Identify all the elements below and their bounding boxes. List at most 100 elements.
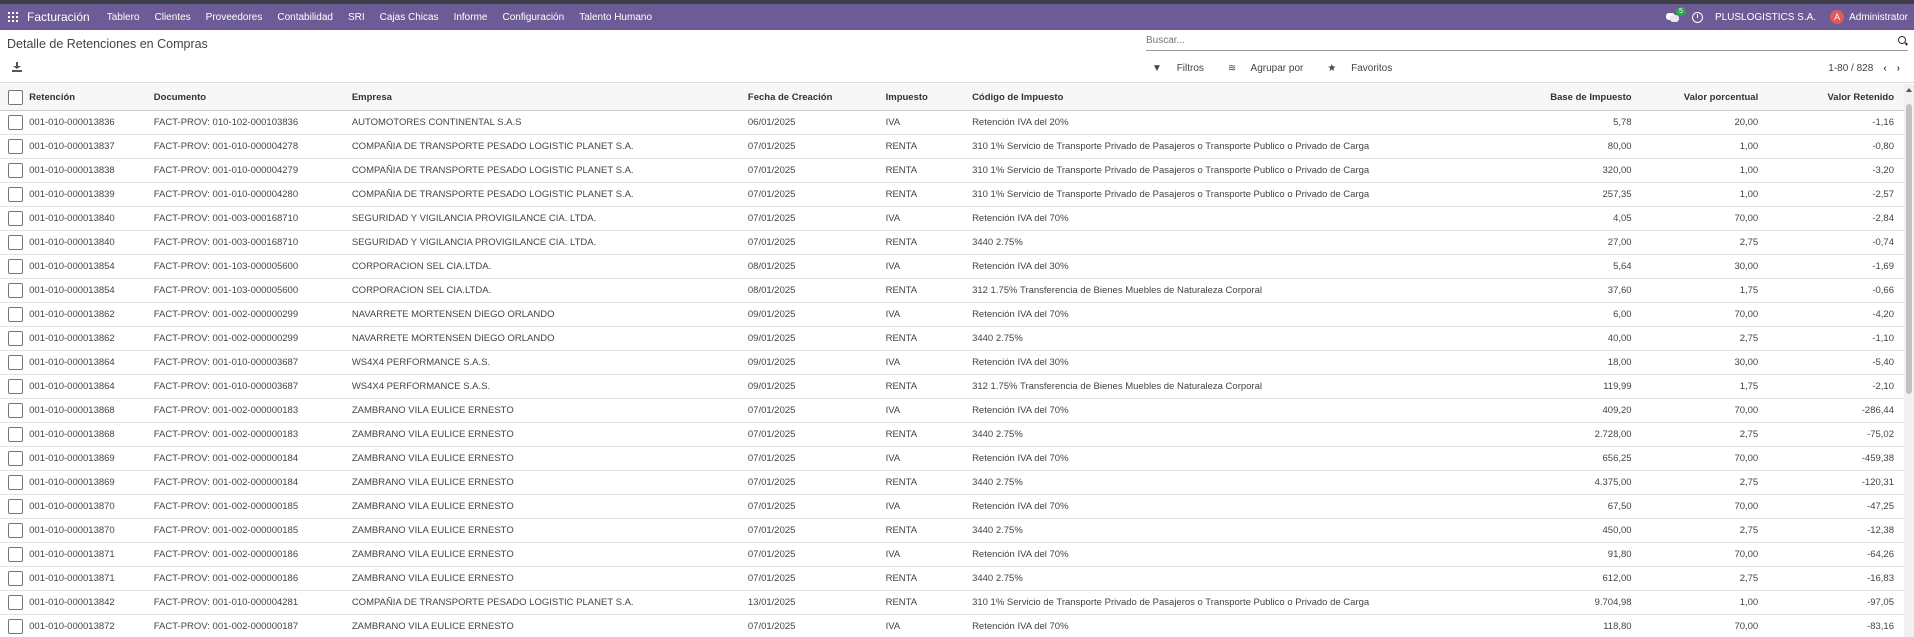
pager-value[interactable]: 1-80 / 828 [1828, 63, 1873, 74]
cell-porcentual[interactable]: 2,75 [1641, 470, 1769, 495]
vertical-scrollbar[interactable] [1904, 84, 1914, 637]
cell-impuesto[interactable]: IVA [885, 254, 973, 279]
cell-empresa[interactable]: COMPAÑIA DE TRANSPORTE PESADO LOGISTIC P… [351, 134, 748, 159]
cell-documento[interactable]: FACT-PROV: 001-002-000000299 [153, 302, 352, 327]
cell-empresa[interactable]: CORPORACION SEL CIA.LTDA. [351, 278, 748, 303]
cell-codigo[interactable]: Retención IVA del 70% [972, 446, 1545, 471]
row-checkbox[interactable] [8, 571, 23, 586]
cell-porcentual[interactable]: 70,00 [1641, 614, 1769, 637]
cell-valor-retenido[interactable]: -64,26 [1768, 542, 1904, 567]
cell-retencion[interactable]: 001-010-000013840 [29, 206, 154, 231]
cell-base[interactable]: 612,00 [1544, 566, 1642, 591]
cell-impuesto[interactable]: RENTA [885, 278, 973, 303]
cell-codigo[interactable]: Retención IVA del 30% [972, 350, 1545, 375]
cell-valor-retenido[interactable]: -2,10 [1768, 374, 1904, 399]
cell-empresa[interactable]: ZAMBRANO VILA EULICE ERNESTO [351, 494, 748, 519]
pager-previous-icon[interactable]: ‹ [1883, 63, 1886, 74]
cell-valor-retenido[interactable]: -1,10 [1768, 326, 1904, 351]
cell-fecha[interactable]: 07/01/2025 [747, 398, 886, 423]
menu-item-informe[interactable]: Informe [454, 12, 488, 23]
cell-impuesto[interactable]: RENTA [885, 566, 973, 591]
cell-valor-retenido[interactable]: -4,20 [1768, 302, 1904, 327]
cell-porcentual[interactable]: 1,00 [1641, 182, 1769, 207]
column-header-valor-retenido[interactable]: Valor Retenido [1768, 84, 1904, 111]
menu-item-clientes[interactable]: Clientes [155, 12, 191, 23]
cell-documento[interactable]: FACT-PROV: 001-003-000168710 [153, 206, 352, 231]
row-checkbox[interactable] [8, 115, 23, 130]
scroll-up-icon[interactable] [1906, 88, 1912, 92]
row-checkbox[interactable] [8, 379, 23, 394]
cell-porcentual[interactable]: 2,75 [1641, 422, 1769, 447]
cell-impuesto[interactable]: IVA [885, 446, 973, 471]
cell-fecha[interactable]: 07/01/2025 [747, 470, 886, 495]
cell-fecha[interactable]: 07/01/2025 [747, 206, 886, 231]
cell-valor-retenido[interactable]: -75,02 [1768, 422, 1904, 447]
cell-codigo[interactable]: Retención IVA del 20% [972, 110, 1545, 135]
cell-retencion[interactable]: 001-010-000013838 [29, 158, 154, 183]
cell-empresa[interactable]: ZAMBRANO VILA EULICE ERNESTO [351, 422, 748, 447]
select-all-checkbox[interactable] [8, 89, 23, 105]
pager-next-icon[interactable]: › [1897, 63, 1900, 74]
cell-valor-retenido[interactable]: -286,44 [1768, 398, 1904, 423]
row-checkbox[interactable] [8, 499, 23, 514]
cell-base[interactable]: 18,00 [1544, 350, 1642, 375]
cell-fecha[interactable]: 07/01/2025 [747, 158, 886, 183]
cell-impuesto[interactable]: IVA [885, 614, 973, 637]
table-row[interactable]: 001-010-000013837 FACT-PROV: 001-010-0000… [0, 134, 1904, 159]
cell-impuesto[interactable]: IVA [885, 302, 973, 327]
cell-base[interactable]: 67,50 [1544, 494, 1642, 519]
cell-documento[interactable]: FACT-PROV: 001-002-000000186 [153, 542, 352, 567]
cell-documento[interactable]: FACT-PROV: 001-010-000004280 [153, 182, 352, 207]
cell-empresa[interactable]: ZAMBRANO VILA EULICE ERNESTO [351, 470, 748, 495]
menu-item-configuracion[interactable]: Configuración [502, 12, 564, 23]
cell-impuesto[interactable]: IVA [885, 494, 973, 519]
search-input[interactable] [1146, 34, 1866, 47]
cell-valor-retenido[interactable]: -5,40 [1768, 350, 1904, 375]
menu-item-sri[interactable]: SRI [348, 12, 365, 23]
cell-empresa[interactable]: NAVARRETE MORTENSEN DIEGO ORLANDO [351, 302, 748, 327]
cell-codigo[interactable]: 310 1% Servicio de Transporte Privado de… [972, 182, 1545, 207]
cell-valor-retenido[interactable]: -2,57 [1768, 182, 1904, 207]
apps-grid-icon[interactable] [8, 12, 18, 22]
app-title[interactable]: Facturación [27, 10, 90, 24]
cell-porcentual[interactable]: 1,00 [1641, 134, 1769, 159]
cell-retencion[interactable]: 001-010-000013869 [29, 446, 154, 471]
cell-codigo[interactable]: Retención IVA del 70% [972, 614, 1545, 637]
cell-base[interactable]: 656,25 [1544, 446, 1642, 471]
cell-retencion[interactable]: 001-010-000013854 [29, 278, 154, 303]
cell-porcentual[interactable]: 1,75 [1641, 374, 1769, 399]
cell-impuesto[interactable]: IVA [885, 350, 973, 375]
cell-documento[interactable]: FACT-PROV: 001-002-000000184 [153, 446, 352, 471]
cell-retencion[interactable]: 001-010-000013868 [29, 398, 154, 423]
cell-retencion[interactable]: 001-010-000013839 [29, 182, 154, 207]
cell-base[interactable]: 409,20 [1544, 398, 1642, 423]
cell-fecha[interactable]: 08/01/2025 [747, 278, 886, 303]
menu-item-tablero[interactable]: Tablero [107, 12, 140, 23]
cell-base[interactable]: 5,78 [1544, 110, 1642, 135]
cell-porcentual[interactable]: 1,00 [1641, 158, 1769, 183]
cell-base[interactable]: 37,60 [1544, 278, 1642, 303]
cell-porcentual[interactable]: 20,00 [1641, 110, 1769, 135]
company-switcher[interactable]: PLUSLOGISTICS S.A. [1715, 12, 1816, 23]
cell-retencion[interactable]: 001-010-000013870 [29, 518, 154, 543]
cell-empresa[interactable]: ZAMBRANO VILA EULICE ERNESTO [351, 518, 748, 543]
cell-fecha[interactable]: 07/01/2025 [747, 542, 886, 567]
cell-base[interactable]: 4.375,00 [1544, 470, 1642, 495]
cell-codigo[interactable]: 3440 2.75% [972, 422, 1545, 447]
cell-fecha[interactable]: 07/01/2025 [747, 446, 886, 471]
cell-documento[interactable]: FACT-PROV: 001-002-000000183 [153, 422, 352, 447]
row-checkbox[interactable] [8, 259, 23, 274]
cell-valor-retenido[interactable]: -12,38 [1768, 518, 1904, 543]
cell-documento[interactable]: FACT-PROV: 001-002-000000185 [153, 518, 352, 543]
cell-impuesto[interactable]: RENTA [885, 182, 973, 207]
table-row[interactable]: 001-010-000013868 FACT-PROV: 001-002-0000… [0, 398, 1904, 423]
cell-base[interactable]: 257,35 [1544, 182, 1642, 207]
table-row[interactable]: 001-010-000013871 FACT-PROV: 001-002-0000… [0, 542, 1904, 567]
cell-porcentual[interactable]: 70,00 [1641, 446, 1769, 471]
cell-fecha[interactable]: 09/01/2025 [747, 326, 886, 351]
cell-retencion[interactable]: 001-010-000013864 [29, 350, 154, 375]
cell-fecha[interactable]: 09/01/2025 [747, 302, 886, 327]
cell-porcentual[interactable]: 2,75 [1641, 326, 1769, 351]
cell-codigo[interactable]: 310 1% Servicio de Transporte Privado de… [972, 134, 1545, 159]
cell-valor-retenido[interactable]: -16,83 [1768, 566, 1904, 591]
